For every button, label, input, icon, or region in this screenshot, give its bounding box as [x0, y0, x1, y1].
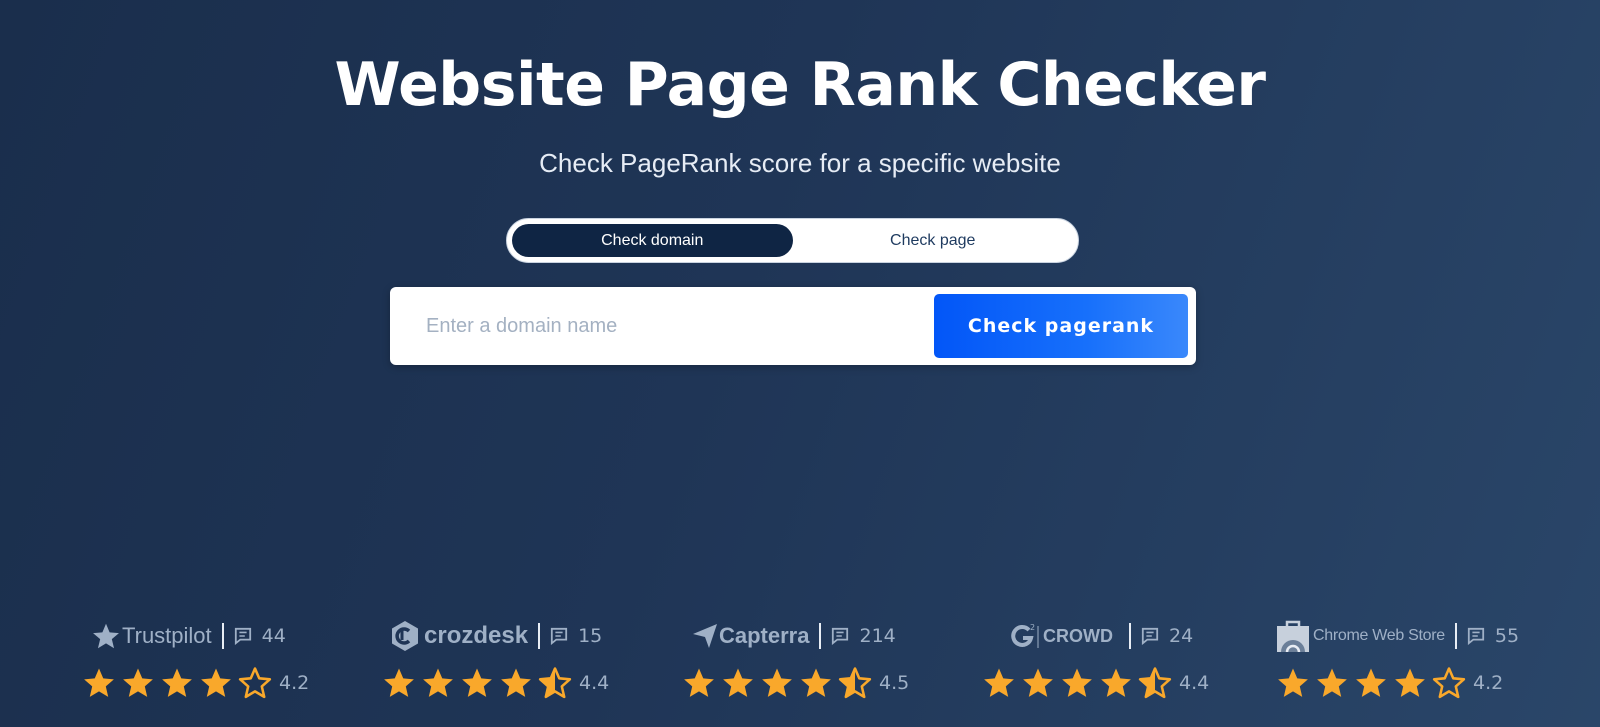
rating-score: 4.2 [1473, 672, 1504, 694]
star-half-icon [1138, 667, 1172, 699]
star-full-icon [1317, 668, 1347, 697]
platform-name: crozdesk [424, 622, 529, 649]
star-full-icon [984, 668, 1014, 697]
star-half-icon [838, 667, 872, 699]
star-full-icon [162, 668, 192, 697]
rating-score: 4.2 [279, 672, 310, 694]
star-full-icon [1278, 668, 1308, 697]
divider [819, 623, 822, 649]
star-half-icon [538, 667, 572, 699]
comment-icon [234, 627, 251, 645]
star-full-icon [801, 668, 831, 697]
star-full-icon [684, 668, 714, 697]
capterra-logo: Capterra [692, 623, 809, 649]
review-crozdesk[interactable]: crozdesk 15 4.4 [382, 618, 609, 718]
rating-score: 4.4 [579, 672, 610, 694]
crozdesk-logo: crozdesk [390, 620, 528, 652]
page-title: Website Page Rank Checker [334, 50, 1266, 120]
search-form: Check pagerank [390, 287, 1196, 365]
check-mode-toggle: Check domain Check page [506, 218, 1079, 263]
star-full-icon [123, 668, 153, 697]
star-rating: 4.4 [382, 666, 609, 700]
star-full-icon [762, 668, 792, 697]
review-trustpilot[interactable]: Trustpilot 44 4.2 [82, 618, 309, 718]
review-chrome-web-store[interactable]: Chrome Web Store 55 4.2 [1276, 618, 1519, 718]
check-page-tab[interactable]: Check page [793, 224, 1074, 257]
star-full-icon [384, 668, 414, 697]
star-full-icon [84, 668, 114, 697]
platform-name: CROWD [1043, 625, 1113, 646]
comment-icon [1467, 627, 1484, 645]
review-count: 44 [261, 625, 286, 647]
divider [1129, 623, 1131, 649]
divider [221, 623, 224, 649]
review-count: 15 [578, 625, 603, 647]
star-empty-icon [1432, 667, 1466, 699]
star-full-icon [1062, 668, 1092, 697]
g2-icon: 2 [1011, 623, 1039, 648]
star-full-icon [462, 668, 492, 697]
star-full-icon [1395, 668, 1425, 697]
trustpilot-star-icon [93, 623, 119, 649]
capterra-arrow-icon [693, 624, 717, 648]
star-rating: 4.5 [682, 666, 909, 700]
platform-name: Chrome Web Store [1313, 627, 1445, 644]
comment-icon [550, 627, 568, 645]
rating-score: 4.5 [879, 672, 910, 694]
domain-input[interactable] [410, 301, 910, 351]
rating-score: 4.4 [1179, 672, 1210, 694]
crozdesk-icon [392, 621, 418, 651]
chrome-web-store-logo: Chrome Web Store [1276, 620, 1445, 652]
review-capterra[interactable]: Capterra 214 4.5 [682, 618, 909, 718]
chrome-web-store-icon [1277, 620, 1309, 652]
comment-icon [832, 627, 849, 645]
page-subtitle: Check PageRank score for a specific webs… [539, 148, 1061, 178]
review-count: 55 [1494, 625, 1520, 647]
check-domain-tab[interactable]: Check domain [512, 224, 793, 257]
g2-crowd-logo: 2 CROWD [1010, 622, 1113, 650]
review-count: 214 [859, 625, 896, 647]
svg-text:2: 2 [1030, 623, 1035, 632]
star-full-icon [501, 668, 531, 697]
platform-name: Trustpilot [122, 623, 212, 648]
divider [538, 623, 541, 649]
review-count: 24 [1169, 625, 1194, 647]
trustpilot-logo: Trustpilot [92, 622, 212, 650]
comment-icon [1141, 627, 1159, 645]
star-full-icon [1356, 668, 1386, 697]
star-empty-icon [238, 667, 272, 699]
star-full-icon [201, 668, 231, 697]
star-rating: 4.2 [82, 666, 309, 700]
star-rating: 4.2 [1276, 666, 1519, 700]
star-full-icon [723, 668, 753, 697]
review-ratings-bar: Trustpilot 44 4.2 crozdesk 15 4.4 Capter… [0, 618, 1600, 718]
divider [1454, 623, 1457, 649]
star-rating: 4.4 [982, 666, 1209, 700]
star-full-icon [1023, 668, 1053, 697]
platform-name: Capterra [719, 623, 810, 648]
star-full-icon [423, 668, 453, 697]
review-g2-crowd[interactable]: 2 CROWD 24 4.4 [982, 618, 1209, 718]
check-pagerank-button[interactable]: Check pagerank [934, 294, 1188, 358]
star-full-icon [1101, 668, 1131, 697]
